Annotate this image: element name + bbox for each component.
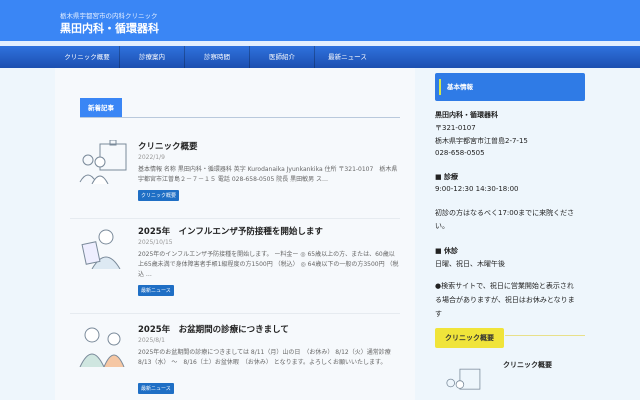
nav-item-hours[interactable]: 診察時間 — [185, 46, 250, 68]
sidebar: 基本情報 黒田内科・循環器科 〒321-0107 栃木県宇都宮市江曽島2-7-1… — [425, 68, 600, 400]
post-divider — [70, 313, 400, 314]
note-first-visit: 初診の方はなるべく17:00までに来院くださ — [435, 209, 575, 217]
post-title[interactable]: クリニック概要 — [138, 140, 198, 152]
note-first-visit-cont: い。 — [435, 222, 449, 230]
hours: 9:00-12:30 14:30-18:00 — [435, 185, 519, 193]
nav-item-services[interactable]: 診療案内 — [120, 46, 185, 68]
post-title[interactable]: 2025年 インフルエンザ予防接種を開始します — [138, 225, 323, 237]
post-divider — [70, 218, 400, 219]
category-badge[interactable]: クリニック概要 — [138, 190, 180, 201]
post-date: 2025/8/1 — [138, 337, 165, 344]
post-excerpt: 基本情報 名称 黒田内科・循環器科 英字 Kurodanaika Jyunkan… — [138, 166, 398, 183]
section-underline — [80, 117, 400, 118]
category-badge[interactable]: 最新ニュース — [138, 285, 174, 296]
section-title: 新着記事 — [80, 98, 122, 118]
post-excerpt: 2025年のインフルエンザ予防接種を開始します。 ー料金ー ◎ 65歳以上の方、… — [138, 251, 399, 278]
doctors-hospital-thumbnail-icon[interactable] — [443, 366, 483, 400]
nurse-clipboard-illustration-icon — [81, 229, 121, 269]
post-title[interactable]: 2025年 お盆期間の診療につきまして — [138, 323, 289, 335]
holiday-note-end: す — [435, 310, 442, 318]
site-tagline: 栃木県宇都宮市の内科クリニック — [60, 12, 158, 20]
widget-title-line — [505, 335, 585, 336]
clinic-name: 黒田内科・循環器科 — [435, 111, 498, 119]
main-content: 新着記事 クリニック概要 2022/1/9 基本情報 名称 黒田内科・循環器科 … — [55, 68, 415, 400]
hours-title: ■ 診療 — [435, 173, 459, 181]
site-title[interactable]: 黒田内科・循環器科 — [60, 20, 159, 36]
closed-days: 日曜、祝日、木曜午後 — [435, 260, 505, 268]
nav-item-news[interactable]: 最新ニュース — [315, 46, 380, 68]
sidebar-heading: 基本情報 — [435, 73, 585, 101]
holiday-note: ●検索サイトで、祝日に営業開始と表示され — [435, 282, 574, 290]
doctors-hospital-illustration-icon — [79, 140, 127, 184]
closed-title: ■ 休診 — [435, 247, 459, 255]
widget-title: クリニック概要 — [435, 328, 504, 348]
postal-code: 〒321-0107 — [435, 124, 476, 132]
widget-post-title[interactable]: クリニック概要 — [503, 360, 552, 370]
address: 栃木県宇都宮市江曽島2-7-15 — [435, 137, 528, 145]
category-badge[interactable]: 最新ニュース — [138, 383, 174, 394]
main-nav: クリニック概要 診療案内 診察時間 医師紹介 最新ニュース — [0, 46, 640, 68]
people-illustration-icon — [79, 327, 125, 367]
phone: 028-658-0505 — [435, 149, 485, 157]
post-date: 2022/1/9 — [138, 154, 165, 161]
site-header: 栃木県宇都宮市の内科クリニック 黒田内科・循環器科 — [0, 0, 640, 41]
nav-item-clinic[interactable]: クリニック概要 — [55, 46, 120, 68]
nav-item-doctor[interactable]: 医師紹介 — [250, 46, 315, 68]
post-date: 2025/10/15 — [138, 239, 173, 246]
post-excerpt: 2025年のお盆期間の診療につきましては 8/11（月）山の日 （お休み） 8/… — [138, 349, 391, 366]
holiday-note-cont: る場合がありますが、祝日はお休みとなりま — [435, 296, 575, 304]
